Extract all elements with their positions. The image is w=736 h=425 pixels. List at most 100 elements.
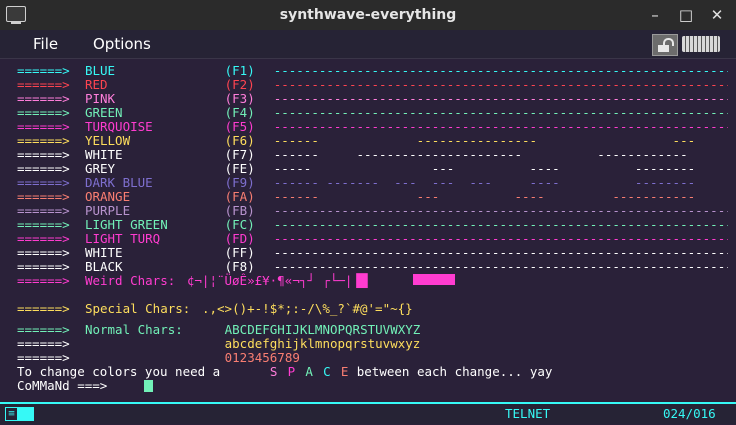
- color-sample-dashes: ------ --- ---- -----------: [273, 189, 728, 204]
- color-sample-dashes: ----------------------------------------…: [273, 77, 728, 92]
- row-arrow: ======>: [17, 259, 70, 274]
- lock-icon[interactable]: [652, 34, 678, 56]
- space-letter: S: [269, 364, 278, 379]
- color-sample-dashes: ----- --- ---- --------: [273, 161, 728, 176]
- row-arrow: ======>: [17, 91, 70, 106]
- row-arrow: ======>: [17, 203, 70, 218]
- color-key: (FC): [224, 217, 255, 232]
- space-letter: P: [287, 364, 296, 379]
- color-name: WHITE: [84, 147, 123, 162]
- color-name: GREEN: [84, 105, 123, 120]
- normal-digits: 0123456789: [224, 350, 300, 365]
- color-sample-dashes: ----------------------------------------…: [273, 203, 728, 218]
- color-sample-dashes: ----------------------------------------…: [273, 231, 728, 246]
- terminal-window: synthwave-everything – □ ✕ File Options …: [0, 0, 736, 425]
- row-arrow: ======>: [17, 231, 70, 246]
- color-name: GREY: [84, 161, 116, 176]
- normal-upper: ABCDEFGHIJKLMNOPQRSTUVWXYZ: [224, 322, 421, 337]
- row-arrow: ======>: [17, 273, 70, 288]
- menu-options[interactable]: Options: [93, 35, 151, 53]
- color-sample-dashes: ----------------------------------------…: [273, 259, 728, 274]
- color-key: (F3): [224, 91, 255, 106]
- color-key: (F4): [224, 105, 255, 120]
- color-key: (F2): [224, 77, 255, 92]
- status-bar: ≡ TELNET 024/016: [0, 402, 736, 424]
- color-name: LIGHT TURQ: [84, 231, 161, 246]
- color-name: RED: [84, 77, 108, 92]
- color-name: YELLOW: [84, 133, 131, 148]
- color-name: BLACK: [84, 259, 123, 274]
- row-arrow: ======>: [17, 133, 70, 148]
- color-key: (FD): [224, 231, 255, 246]
- space-letter: C: [323, 364, 331, 379]
- row-arrow: ======>: [17, 189, 70, 204]
- color-key: (FA): [224, 189, 255, 204]
- color-sample-dashes: ----------------------------------------…: [273, 217, 728, 232]
- row-arrow: ======>: [17, 175, 70, 190]
- row-arrow: ======>: [17, 77, 70, 92]
- window-title: synthwave-everything: [279, 7, 457, 23]
- color-sample-dashes: ----------------------------------------…: [273, 91, 728, 106]
- color-sample-dashes: ----------------------------------------…: [273, 105, 728, 120]
- menu-file[interactable]: File: [33, 35, 58, 53]
- weird-chars: ¢¬|¦¨ÜøÊ»£¥·¶«¬┐┘ ┌└─|▐█: [186, 273, 368, 288]
- cursor-position: 024/016: [663, 406, 716, 421]
- color-name: ORANGE: [84, 189, 131, 204]
- color-name: BLUE: [84, 63, 116, 78]
- space-letter: E: [340, 364, 349, 379]
- color-sample-dashes: ----------------------------------------…: [273, 245, 728, 260]
- color-sample-dashes: ------ ---------------- ---: [273, 133, 728, 148]
- color-key: (F8): [224, 259, 255, 274]
- row-arrow: ======>: [17, 336, 70, 351]
- special-chars: .,<>()+-!$*;:-/\%_?`#@'="~{}: [201, 301, 413, 316]
- row-arrow: ======>: [17, 350, 70, 365]
- color-key: (F6): [224, 133, 255, 148]
- terminal-screen[interactable]: ======> BLUE (F1) -------------------------…: [8, 60, 728, 402]
- keyboard-icon[interactable]: [682, 36, 720, 52]
- block-glyphs: [413, 274, 455, 285]
- color-name: WHITE: [84, 245, 123, 260]
- prompt-label: CoMMaNd ===>: [17, 378, 108, 393]
- row-arrow: ======>: [17, 301, 70, 316]
- row-arrow: ======>: [17, 245, 70, 260]
- color-name: PURPLE: [84, 203, 131, 218]
- title-bar: synthwave-everything – □ ✕: [0, 0, 736, 31]
- menu-bar: File Options: [0, 30, 736, 59]
- color-sample-dashes: ------ ------- --- --- --- ---- --------: [273, 175, 728, 190]
- text-cursor: [143, 380, 153, 392]
- color-name: DARK BLUE: [84, 175, 153, 190]
- instruction-prefix: To change colors you need a: [17, 364, 221, 379]
- minimize-button[interactable]: –: [645, 5, 665, 25]
- color-key: (FF): [224, 245, 255, 260]
- color-key: (F5): [224, 119, 255, 134]
- row-arrow: ======>: [17, 161, 70, 176]
- row-arrow: ======>: [17, 63, 70, 78]
- color-key: (F7): [224, 147, 255, 162]
- color-name: TURQUOISE: [84, 119, 153, 134]
- weird-label: Weird Chars:: [84, 273, 176, 288]
- color-name: LIGHT GREEN: [84, 217, 168, 232]
- row-arrow: ======>: [17, 147, 70, 162]
- color-key: (FE): [224, 161, 255, 176]
- status-indicator: [18, 407, 34, 421]
- color-name: PINK: [84, 91, 116, 106]
- instruction-suffix: between each change... yay: [356, 364, 553, 379]
- color-key: (F1): [224, 63, 255, 78]
- row-arrow: ======>: [17, 105, 70, 120]
- protocol-label: TELNET: [505, 406, 551, 421]
- space-letter: A: [305, 364, 313, 379]
- normal-label: Normal Chars:: [84, 322, 183, 337]
- row-arrow: ======>: [17, 322, 70, 337]
- row-arrow: ======>: [17, 217, 70, 232]
- color-sample-dashes: ----------------------------------------…: [273, 119, 728, 134]
- row-arrow: ======>: [17, 119, 70, 134]
- color-key: (FB): [224, 203, 255, 218]
- special-label: Special Chars:: [84, 301, 191, 316]
- session-icon: ≡: [5, 407, 18, 421]
- color-key: (F9): [224, 175, 255, 190]
- color-sample-dashes: ----------------------------------------…: [273, 63, 728, 78]
- color-sample-dashes: ------ ---------------------- ----------…: [273, 147, 728, 162]
- close-button[interactable]: ✕: [707, 5, 727, 25]
- maximize-button[interactable]: □: [676, 5, 696, 25]
- normal-lower: abcdefghijklmnopqrstuvwxyz: [224, 336, 421, 351]
